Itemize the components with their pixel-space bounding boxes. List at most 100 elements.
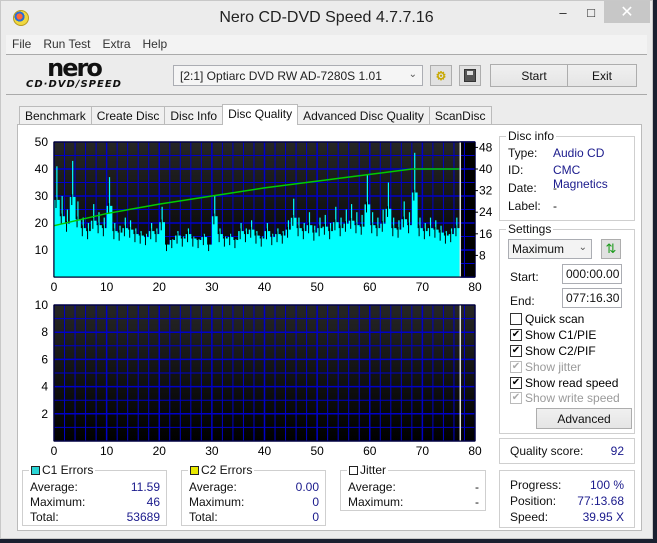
c1-maximum-label: Maximum: — [30, 495, 86, 509]
drive-settings-button[interactable]: ⚙ — [430, 65, 452, 86]
checkbox-label: Show jitter — [525, 360, 582, 374]
check-icon: ✔ — [510, 345, 522, 357]
x-tick-label: 80 — [468, 444, 482, 455]
y-tick-label: 20 — [35, 216, 49, 230]
close-button[interactable]: ✕ — [604, 1, 650, 23]
c1-color-swatch — [31, 465, 40, 475]
x-tick-label: 10 — [100, 444, 114, 455]
menu-extra[interactable]: Extra — [96, 35, 136, 54]
speed-select[interactable]: Maximum ⌄ — [508, 239, 592, 259]
c2-maximum-value: 0 — [312, 495, 319, 509]
label-value: - — [553, 199, 557, 213]
tab-scandisc[interactable]: ScanDisc — [428, 106, 492, 125]
settings-group: Settings Maximum ⌄ ⇅ Start: 000:00.00 En… — [499, 222, 635, 434]
menu-run-test[interactable]: Run Test — [37, 35, 96, 54]
jitter-maximum-value: - — [475, 495, 479, 509]
jitter-title: Jitter — [347, 463, 389, 477]
checkbox-label: Show C1/PIE — [525, 328, 597, 342]
tab-disc-quality[interactable]: Disc Quality — [222, 104, 299, 125]
quality-score-label: Quality score: — [510, 444, 584, 458]
c1-title-text: C1 Errors — [42, 463, 94, 477]
x-tick-label: 40 — [258, 280, 272, 294]
c1-total-label: Total: — [30, 510, 59, 524]
show-write-speed-checkbox: ✔ Show write speed — [510, 391, 620, 405]
show-c1-checkbox[interactable]: ✔ Show C1/PIE — [510, 328, 596, 342]
x-tick-label: 10 — [100, 280, 114, 294]
x-tick-label: 70 — [416, 280, 430, 294]
y-tick-label: 2 — [41, 407, 48, 421]
position-label: Position: — [510, 494, 557, 508]
end-input[interactable]: 077:16.30 — [562, 288, 622, 308]
show-read-speed-checkbox[interactable]: ✔ Show read speed — [510, 376, 618, 390]
x-tick-label: 30 — [205, 280, 219, 294]
start-input[interactable]: 000:00.00 — [562, 264, 622, 284]
menu-file[interactable]: File — [6, 35, 37, 54]
c1-errors-group: C1 Errors Average: 11.59 Maximum: 46 Tot… — [22, 463, 167, 526]
end-label: End: — [510, 294, 535, 308]
quality-score-value: 92 — [610, 444, 624, 458]
check-icon: ✔ — [510, 361, 522, 373]
id-value: CMC Magnetics — [553, 163, 608, 191]
x-tick-label: 20 — [153, 444, 167, 455]
chevron-down-icon: ⌄ — [578, 242, 587, 253]
save-button[interactable] — [459, 65, 481, 86]
disc-info-group: Disc info Type: Audio CD ID: CMC Magneti… — [499, 129, 635, 221]
c1-total-value: 53689 — [126, 510, 160, 524]
refresh-icon: ⇅ — [605, 241, 617, 256]
y-tick-label: 30 — [35, 189, 49, 203]
x-tick-label: 20 — [153, 280, 167, 294]
tab-create-disc[interactable]: Create Disc — [90, 106, 166, 125]
date-label: Date: — [508, 181, 537, 195]
charts-area: 0 10 20 30 40 50 60 70 801020304050816243240480 1… — [35, 135, 493, 455]
tab-bar: Benchmark Create Disc Disc Info Disc Qua… — [19, 104, 492, 125]
jitter-maximum-label: Maximum: — [348, 495, 404, 509]
speed-select-value: Maximum — [512, 242, 565, 256]
exit-button[interactable]: Exit — [567, 64, 637, 87]
check-icon: ✔ — [510, 392, 522, 404]
tab-advanced-disc-quality[interactable]: Advanced Disc Quality — [297, 106, 430, 125]
maximize-button[interactable]: □ — [577, 1, 605, 23]
c2-color-swatch — [190, 465, 199, 475]
c1-errors-title: C1 Errors — [29, 463, 96, 477]
start-button[interactable]: Start — [490, 64, 578, 87]
tab-disc-info[interactable]: Disc Info — [164, 106, 224, 125]
jitter-average-label: Average: — [348, 480, 396, 494]
minimize-button[interactable]: – — [549, 1, 577, 23]
checkbox-label: Quick scan — [525, 312, 585, 326]
date-value: - — [553, 181, 557, 195]
check-icon: ✔ — [510, 377, 522, 389]
jitter-group: Jitter Average: - Maximum: - — [340, 463, 486, 511]
jitter-title-text: Jitter — [360, 463, 387, 477]
y-tick-label: 4 — [41, 380, 48, 394]
advanced-button[interactable]: Advanced — [536, 408, 632, 429]
c1-average-value: 11.59 — [130, 480, 160, 494]
c2-total-value: 0 — [312, 510, 319, 524]
show-jitter-checkbox: ✔ Show jitter — [510, 360, 581, 374]
x-tick-label: 50 — [310, 444, 324, 455]
x-tick-label: 70 — [416, 444, 430, 455]
refresh-button[interactable]: ⇅ — [601, 239, 621, 259]
jitter-average-value: - — [475, 480, 479, 494]
disc-info-title: Disc info — [506, 129, 557, 143]
progress-value: 100 % — [589, 478, 624, 492]
drive-select[interactable]: [2:1] Optiarc DVD RW AD-7280S 1.01 ⌄ — [173, 65, 423, 86]
y2-tick-label: 32 — [479, 184, 493, 198]
app-window: Nero CD-DVD Speed 4.7.7.16 – □ ✕ File Ru… — [0, 0, 653, 539]
menu-help[interactable]: Help — [137, 35, 174, 54]
progress-group: Progress: 100 % Position: 77:13.68 Speed… — [499, 470, 635, 528]
y2-tick-label: 8 — [479, 248, 486, 262]
c2-maximum-label: Maximum: — [189, 495, 245, 509]
toolbar: nero CD·DVD∕SPEED [2:1] Optiarc DVD RW A… — [6, 56, 647, 95]
x-tick-label: 50 — [310, 280, 324, 294]
save-icon — [464, 69, 476, 82]
c2-average-label: Average: — [189, 480, 237, 494]
checkbox-label: Show write speed — [525, 391, 620, 405]
checkbox-label: Show C2/PIF — [525, 344, 596, 358]
chevron-down-icon: ⌄ — [408, 69, 417, 80]
position-value: 77:13.68 — [577, 494, 624, 508]
quick-scan-checkbox[interactable]: Quick scan — [510, 312, 584, 326]
jitter-color-swatch — [349, 465, 358, 475]
x-tick-label: 60 — [363, 444, 377, 455]
show-c2-checkbox[interactable]: ✔ Show C2/PIF — [510, 344, 596, 358]
tab-benchmark[interactable]: Benchmark — [19, 106, 92, 125]
